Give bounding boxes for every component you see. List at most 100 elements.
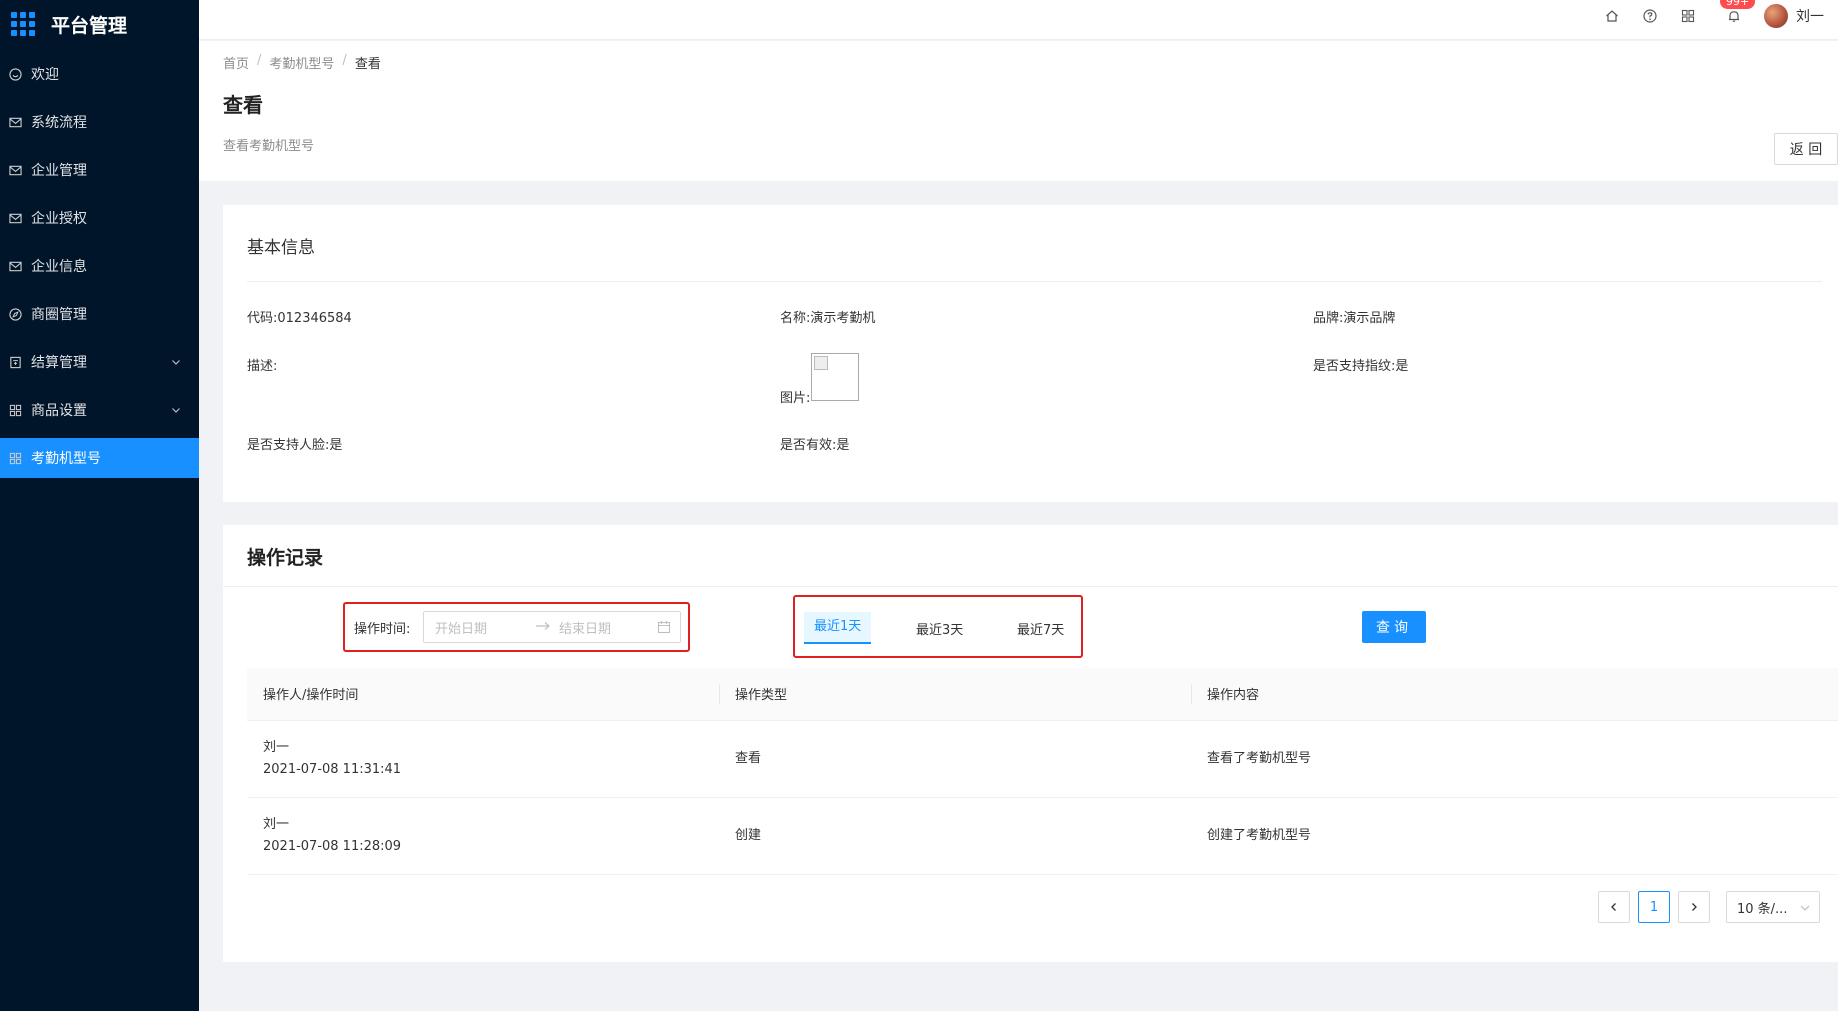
home-icon[interactable]	[1604, 8, 1620, 24]
breadcrumb: 首页 / 考勤机型号 / 查看	[223, 53, 381, 72]
sidebar-item-label: 结算管理	[31, 355, 87, 371]
appstore-icon	[8, 451, 22, 465]
date-range-picker[interactable]: 开始日期 结束日期	[423, 611, 681, 643]
divider	[223, 586, 1838, 587]
username[interactable]: 刘一	[1796, 6, 1824, 26]
table-header-row: 操作人/操作时间 操作类型 操作内容	[247, 668, 1838, 721]
sidebar-item-2[interactable]: 系统流程	[0, 102, 199, 142]
notification-badge: 99+	[1720, 0, 1756, 9]
operator-name: 刘一	[263, 739, 290, 755]
pagination: 1 10 条/...	[1598, 891, 1820, 923]
appstore-icon	[8, 403, 22, 417]
page-size-value: 10 条/...	[1737, 901, 1788, 917]
next-page-button[interactable]	[1678, 891, 1710, 923]
operator-time: 2021-07-08 11:31:41	[263, 761, 402, 777]
mail-icon	[8, 163, 22, 177]
page-subtitle: 查看考勤机型号	[223, 139, 315, 154]
field-face: 是否支持人脸:是	[247, 438, 343, 453]
col-header-content: 操作内容	[1191, 668, 1838, 721]
cell-content: 创建了考勤机型号	[1191, 797, 1838, 875]
cell-operator: 刘一 2021-07-08 11:28:09	[247, 797, 719, 875]
mail-icon	[8, 211, 22, 225]
appstore-icon[interactable]	[1680, 8, 1696, 24]
sidebar-item-label: 欢迎	[31, 67, 59, 83]
sidebar-item-5[interactable]: 企业信息	[0, 246, 199, 286]
sidebar-item-label: 商品设置	[31, 403, 87, 419]
cell-operator: 刘一 2021-07-08 11:31:41	[247, 720, 719, 798]
page-button-current[interactable]: 1	[1638, 891, 1670, 923]
sidebar-item-label: 考勤机型号	[31, 451, 101, 467]
calendar-icon[interactable]	[657, 620, 671, 634]
field-code: 代码:012346584	[247, 311, 352, 326]
table-row: 刘一 2021-07-08 11:28:09 创建 创建了考勤机型号	[247, 797, 1838, 875]
help-icon[interactable]	[1642, 8, 1658, 24]
avatar[interactable]	[1764, 4, 1788, 28]
chevron-left-icon	[1611, 903, 1616, 911]
field-fingerprint: 是否支持指纹:是	[1313, 359, 1409, 374]
end-date-input[interactable]: 结束日期	[559, 618, 657, 637]
sidebar-item-label: 企业管理	[31, 163, 87, 179]
breadcrumb-home[interactable]: 首页	[223, 53, 249, 72]
basic-info-card: 基本信息 代码:012346584 名称:演示考勤机 品牌:演示品牌 描述: 图…	[223, 205, 1838, 502]
top-header: 99+ 刘一	[199, 0, 1838, 40]
sidebar-item-label: 企业授权	[31, 211, 87, 227]
basic-info-title: 基本信息	[247, 238, 315, 258]
sidebar-item-4[interactable]: 企业授权	[0, 198, 199, 238]
smile-icon	[8, 67, 22, 81]
cell-type: 查看	[719, 720, 1191, 798]
prev-page-button[interactable]	[1598, 891, 1630, 923]
operations-title: 操作记录	[247, 547, 324, 569]
sidebar-item-label: 商圈管理	[31, 307, 87, 323]
field-brand: 品牌:演示品牌	[1313, 311, 1396, 326]
start-date-input[interactable]: 开始日期	[435, 618, 535, 637]
sidebar-item-7[interactable]: 结算管理	[0, 342, 199, 382]
field-name: 名称:演示考勤机	[780, 311, 876, 326]
table-row: 刘一 2021-07-08 11:31:41 查看 查看了考勤机型号	[247, 720, 1838, 798]
calculator-icon	[8, 355, 22, 369]
header-actions: 99+ 刘一	[1582, 0, 1824, 32]
mail-icon	[8, 115, 22, 129]
sidebar-item-label: 企业信息	[31, 259, 87, 275]
broken-image-icon	[811, 353, 859, 401]
page-header: 首页 / 考勤机型号 / 查看 查看 查看考勤机型号 返 回	[199, 41, 1838, 181]
operator-time: 2021-07-08 11:28:09	[263, 838, 402, 854]
sidebar: 平台管理 欢迎系统流程企业管理企业授权企业信息商圈管理结算管理商品设置考勤机型号	[0, 0, 199, 1011]
sidebar-item-3[interactable]: 企业管理	[0, 150, 199, 190]
quick-range-1day[interactable]: 最近1天	[804, 612, 872, 644]
query-button[interactable]: 查询	[1362, 611, 1426, 643]
breadcrumb-separator: /	[342, 53, 347, 68]
bell-icon	[1729, 11, 1739, 22]
breadcrumb-current: 查看	[354, 57, 381, 72]
page-size-select[interactable]: 10 条/...	[1726, 891, 1820, 923]
chevron-down-icon	[1799, 902, 1811, 914]
sidebar-item-9[interactable]: 考勤机型号	[0, 438, 199, 478]
sidebar-item-6[interactable]: 商圈管理	[0, 294, 199, 334]
sidebar-item-8[interactable]: 商品设置	[0, 390, 199, 430]
sidebar-item-1[interactable]: 欢迎	[0, 54, 199, 94]
compass-icon	[8, 307, 22, 321]
cell-content: 查看了考勤机型号	[1191, 720, 1838, 798]
breadcrumb-parent[interactable]: 考勤机型号	[269, 53, 334, 72]
logo-grid-icon	[11, 12, 35, 36]
chevron-right-icon	[1692, 903, 1697, 911]
notification-bell[interactable]: 99+	[1720, 0, 1756, 24]
operator-name: 刘一	[263, 816, 290, 832]
sidebar-menu: 欢迎系统流程企业管理企业授权企业信息商圈管理结算管理商品设置考勤机型号	[0, 54, 199, 478]
operations-card: 操作记录 操作时间: 开始日期 结束日期 最近1天 最近3天 最近7天 查询 操…	[223, 525, 1838, 962]
operations-table: 操作人/操作时间 操作类型 操作内容 刘一 2021-07-08 11:31:4…	[247, 668, 1838, 875]
chevron-down-icon	[171, 405, 181, 415]
page-title: 查看	[223, 93, 263, 117]
col-header-type: 操作类型	[719, 668, 1191, 721]
quick-range-7days[interactable]: 最近7天	[1017, 619, 1064, 638]
back-button[interactable]: 返 回	[1774, 133, 1838, 165]
cell-type: 创建	[719, 797, 1191, 875]
col-header-operator: 操作人/操作时间	[247, 668, 719, 721]
quick-range-3days[interactable]: 最近3天	[916, 619, 963, 638]
filter-label: 操作时间:	[354, 622, 411, 637]
breadcrumb-separator: /	[257, 53, 262, 68]
logo[interactable]: 平台管理	[0, 0, 199, 48]
sidebar-item-label: 系统流程	[31, 115, 87, 131]
field-image-label: 图片:	[780, 391, 811, 406]
divider	[247, 281, 1822, 282]
field-description: 描述:	[247, 359, 278, 374]
